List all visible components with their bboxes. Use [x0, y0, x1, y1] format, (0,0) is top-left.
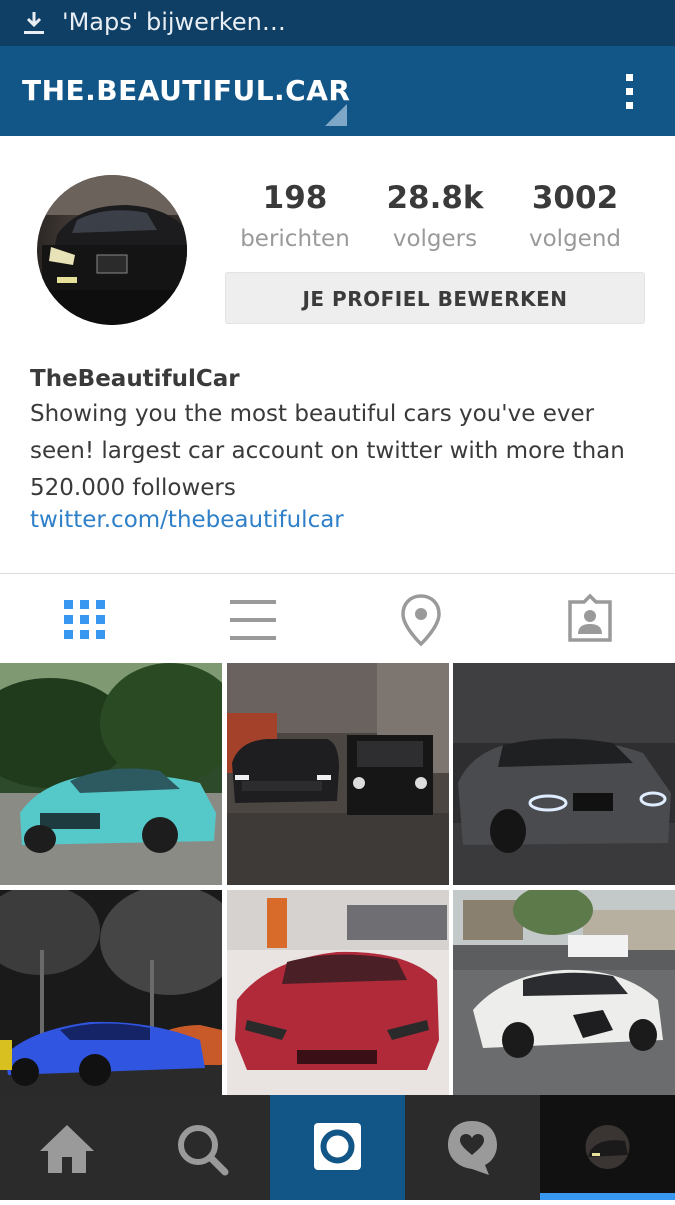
download-icon — [24, 12, 44, 34]
stat-value: 28.8k — [386, 180, 484, 216]
tagged-photos-icon[interactable] — [560, 592, 620, 648]
dropdown-corner-icon — [325, 104, 347, 126]
location-pin-icon[interactable] — [391, 592, 451, 648]
app-bar: THE.BEAUTIFUL.CAR — [0, 46, 675, 136]
bio-link[interactable]: twitter.com/thebeautifulcar — [30, 507, 650, 533]
account-switcher[interactable]: THE.BEAUTIFUL.CAR — [22, 74, 350, 107]
home-icon[interactable] — [0, 1095, 135, 1200]
post-thumbnail[interactable] — [453, 890, 675, 1112]
stat-value: 198 — [262, 180, 328, 216]
following-count[interactable]: 3002 volgend — [505, 180, 645, 252]
profile-bio: TheBeautifulCar Showing you the most bea… — [30, 366, 650, 533]
post-thumbnail[interactable] — [227, 663, 449, 885]
post-thumbnail[interactable] — [453, 663, 675, 885]
grid-icon[interactable] — [55, 592, 115, 648]
search-icon[interactable] — [135, 1095, 270, 1200]
post-thumbnail[interactable] — [0, 663, 222, 885]
list-icon[interactable] — [223, 592, 283, 648]
photo-grid — [0, 663, 675, 1095]
camera-tab[interactable] — [270, 1095, 405, 1200]
activity-heart-icon[interactable] — [405, 1095, 540, 1200]
bottom-navigation — [0, 1095, 675, 1200]
edit-profile-button[interactable]: JE PROFIEL BEWERKEN — [225, 272, 645, 324]
status-bar: 'Maps' bijwerken… — [0, 0, 675, 46]
camera-icon — [314, 1123, 361, 1170]
followers-count[interactable]: 28.8k volgers — [365, 180, 505, 252]
bio-text: Showing you the most beautiful cars you'… — [30, 401, 625, 501]
profile-tab[interactable] — [540, 1095, 675, 1200]
stat-value: 3002 — [531, 180, 619, 216]
stat-label: berichten — [240, 226, 350, 252]
profile-avatar[interactable] — [37, 175, 187, 325]
post-thumbnail[interactable] — [227, 890, 449, 1112]
post-thumbnail[interactable] — [0, 890, 222, 1112]
stat-label: volgend — [529, 226, 621, 252]
notification-text: 'Maps' bijwerken… — [62, 8, 286, 36]
more-vert-icon[interactable] — [610, 70, 650, 114]
profile-name: TheBeautifulCar — [30, 366, 240, 392]
posts-count[interactable]: 198 berichten — [225, 180, 365, 252]
stat-label: volgers — [392, 226, 478, 252]
divider — [0, 573, 675, 574]
avatar-car-image — [37, 175, 187, 325]
profile-avatar-icon — [540, 1125, 675, 1200]
